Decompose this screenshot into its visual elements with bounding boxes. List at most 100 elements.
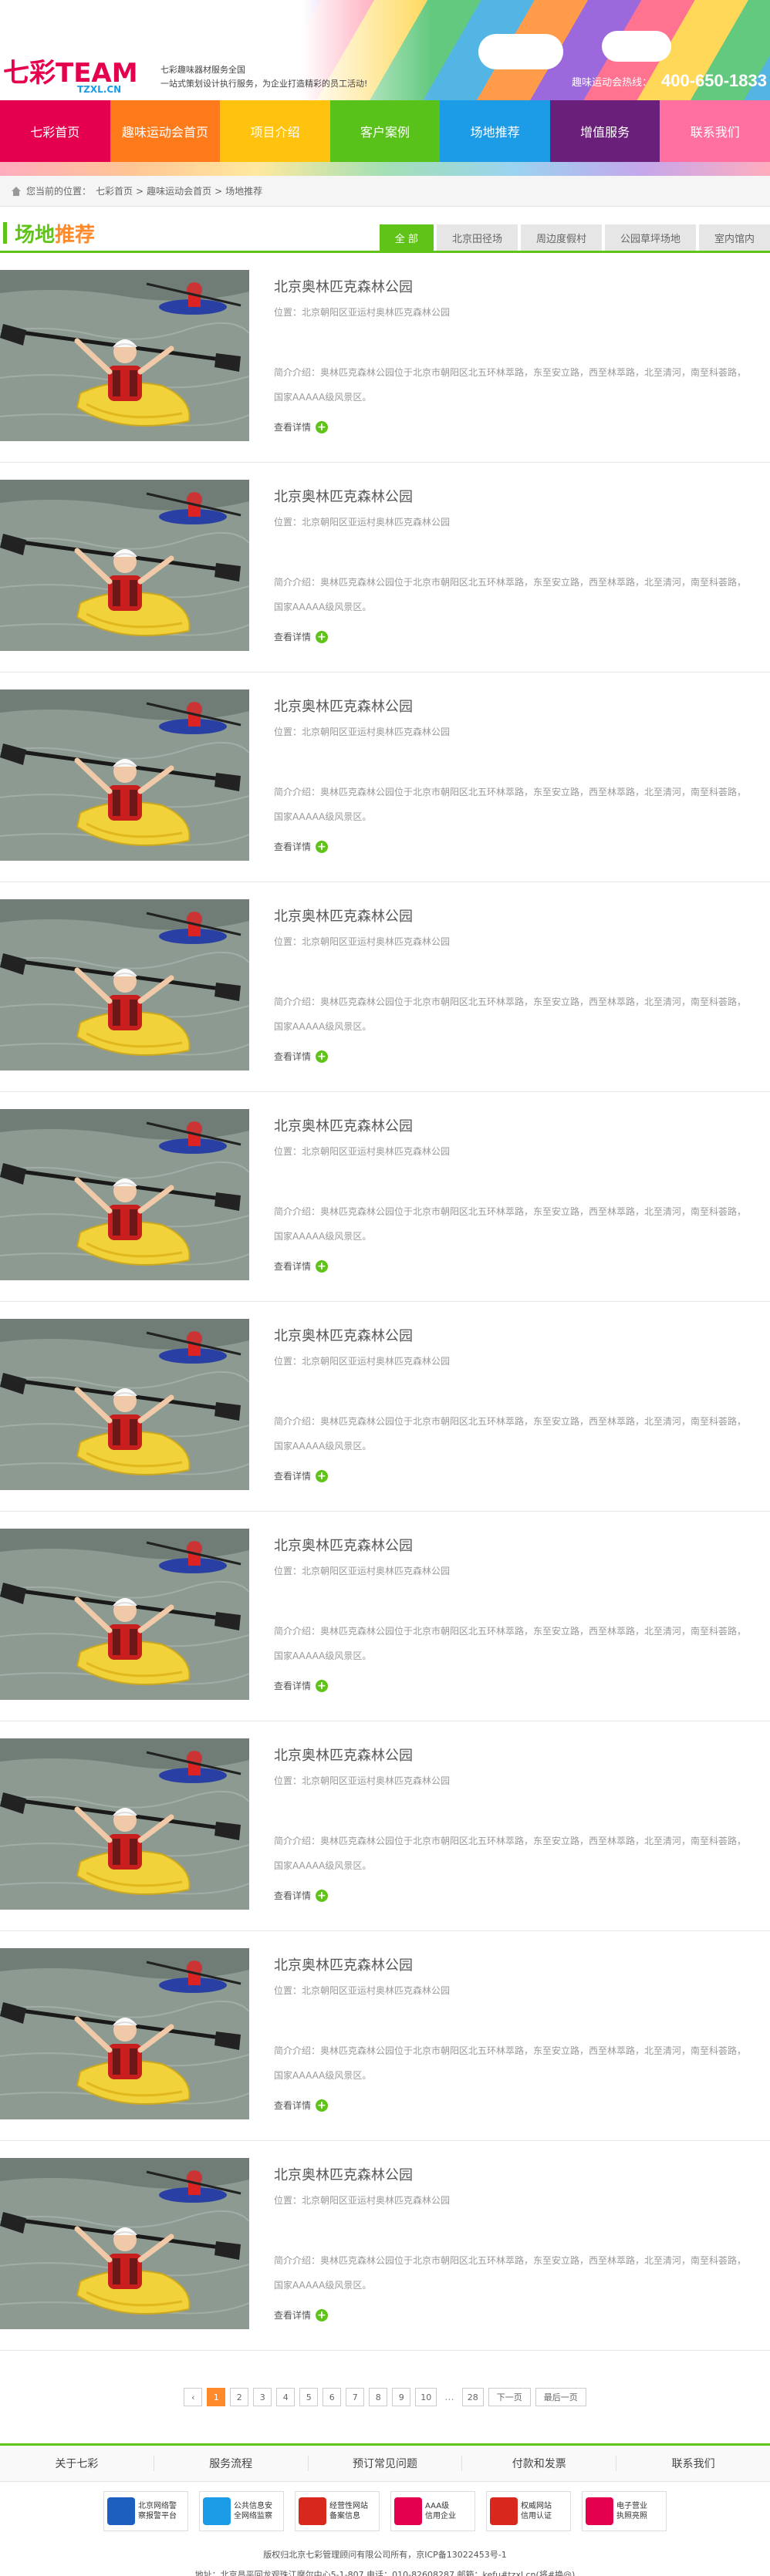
view-details-label: 查看详情 [274, 1681, 312, 1691]
view-details-link[interactable]: 查看详情 + [274, 420, 762, 433]
list-item: 北京奥林匹克森林公园 位置：北京朝阳区亚运村奥林匹克森林公园 简介介绍：奥林匹克森林… [0, 1092, 770, 1302]
venue-photo[interactable] [0, 1948, 249, 2119]
certification-badge[interactable]: 经营性网站 备案信息 [295, 2491, 380, 2531]
page-number[interactable]: 5 [299, 2388, 319, 2406]
page-number[interactable]: 10 [415, 2388, 437, 2406]
certification-badges: 北京网络警 察报警平台 公共信息安 全网络监察 经营性网站 备案信息 AAA级 信用企业 权威网… [0, 2491, 770, 2531]
badge-line: 备案信息 [329, 2512, 360, 2520]
site-header: 七彩TEAM TZXL.CN 七彩趣味器材服务全国 一站式策划设计执行服务，为企… [0, 0, 770, 100]
next-page-button[interactable]: 下一页 [488, 2388, 531, 2406]
home-icon [11, 186, 22, 197]
page-number[interactable]: 6 [323, 2388, 342, 2406]
site-logo[interactable]: 七彩TEAM TZXL.CN [3, 54, 150, 96]
page-title-part1: 场地 [15, 223, 56, 247]
badge-line: 执照亮照 [616, 2512, 647, 2520]
venue-photo[interactable] [0, 1529, 249, 1700]
venue-photo[interactable] [0, 899, 249, 1071]
venue-name[interactable]: 北京奥林匹克森林公园 [274, 1954, 762, 1974]
certification-badge[interactable]: 北京网络警 察报警平台 [103, 2491, 188, 2531]
venue-info: 北京奥林匹克森林公园 位置：北京朝阳区亚运村奥林匹克森林公园 简介介绍：奥林匹克森林… [274, 1954, 762, 2112]
nav-item[interactable]: 项目介绍 [220, 100, 330, 162]
nav-item[interactable]: 场地推荐 [440, 100, 550, 162]
view-details-link[interactable]: 查看详情 + [274, 2308, 762, 2321]
last-page-button[interactable]: 最后一页 [535, 2388, 586, 2406]
certification-badge[interactable]: 权威网站 信用认证 [486, 2491, 571, 2531]
venue-photo[interactable] [0, 270, 249, 441]
list-item: 北京奥林匹克森林公园 位置：北京朝阳区亚运村奥林匹克森林公园 简介介绍：奥林匹克森林… [0, 673, 770, 882]
page-number[interactable]: 4 [276, 2388, 296, 2406]
filter-tab[interactable]: 公园草坪场地 [604, 224, 696, 251]
header-slogan: 七彩趣味器材服务全国 一站式策划设计执行服务，为企业打造精彩的员工活动! [160, 63, 367, 91]
breadcrumb-links: 七彩首页 > 趣味运动会首页 > 场地推荐 [96, 184, 262, 197]
venue-name[interactable]: 北京奥林匹克森林公园 [274, 276, 762, 295]
certification-badge[interactable]: 电子营业 执照亮照 [582, 2491, 667, 2531]
page-number[interactable]: 7 [346, 2388, 365, 2406]
footer-nav-link[interactable]: 付款和发票 [462, 2456, 617, 2471]
page-number[interactable]: 2 [230, 2388, 249, 2406]
cloud-decoration [602, 31, 671, 62]
venue-list: 北京奥林匹克森林公园 位置：北京朝阳区亚运村奥林匹克森林公园 简介介绍：奥林匹克森林… [0, 253, 770, 2351]
view-details-link[interactable]: 查看详情 + [274, 1889, 762, 1902]
venue-location: 位置：北京朝阳区亚运村奥林匹克森林公园 [274, 727, 451, 737]
page-number[interactable]: 8 [369, 2388, 388, 2406]
prev-page-button[interactable]: ‹ [184, 2388, 203, 2406]
logo-subtext: TZXL.CN [77, 84, 121, 95]
venue-info: 北京奥林匹克森林公园 位置：北京朝阳区亚运村奥林匹克森林公园 简介介绍：奥林匹克森林… [274, 1745, 762, 1902]
plus-icon: + [316, 2308, 329, 2321]
filter-tab[interactable]: 周边度假村 [520, 224, 602, 251]
view-details-link[interactable]: 查看详情 + [274, 1259, 762, 1273]
venue-name[interactable]: 北京奥林匹克森林公园 [274, 1115, 762, 1135]
nav-item[interactable]: 联系我们 [660, 100, 770, 162]
venue-description: 简介介绍：奥林匹克森林公园位于北京市朝阳区北五环林萃路，东至安立路，西至林萃路，… [274, 1836, 747, 1871]
nav-item[interactable]: 趣味运动会首页 [110, 100, 221, 162]
venue-photo[interactable] [0, 1738, 249, 1910]
venue-name[interactable]: 北京奥林匹克森林公园 [274, 1745, 762, 1764]
page-number[interactable]: 3 [253, 2388, 272, 2406]
view-details-link[interactable]: 查看详情 + [274, 1679, 762, 1692]
nav-item[interactable]: 增值服务 [549, 100, 660, 162]
list-item: 北京奥林匹克森林公园 位置：北京朝阳区亚运村奥林匹克森林公园 简介介绍：奥林匹克森林… [0, 463, 770, 673]
nav-item[interactable]: 客户案例 [329, 100, 441, 162]
breadcrumb-link[interactable]: 场地推荐 [225, 186, 262, 197]
venue-photo[interactable] [0, 690, 249, 861]
nav-item[interactable]: 七彩首页 [0, 100, 110, 162]
page-number[interactable]: 9 [392, 2388, 411, 2406]
plus-icon: + [316, 1469, 329, 1482]
badge-line: 信用企业 [425, 2512, 456, 2520]
list-item: 北京奥林匹克森林公园 位置：北京朝阳区亚运村奥林匹克森林公园 简介介绍：奥林匹克森林… [0, 1721, 770, 1931]
list-item: 北京奥林匹克森林公园 位置：北京朝阳区亚运村奥林匹克森林公园 简介介绍：奥林匹克森林… [0, 1931, 770, 2141]
venue-photo[interactable] [0, 1319, 249, 1490]
filter-tab[interactable]: 北京田径场 [436, 224, 518, 251]
breadcrumb-link[interactable]: 七彩首页 [96, 186, 133, 197]
venue-photo[interactable] [0, 2158, 249, 2329]
certification-badge[interactable]: AAA级 信用企业 [390, 2491, 475, 2531]
filter-tab[interactable]: 全 部 [379, 224, 434, 251]
section-header: 场地 推荐 全 部北京田径场 周边度假村 公园草坪场地 室内馆内 [0, 213, 770, 253]
view-details-link[interactable]: 查看详情 + [274, 1469, 762, 1482]
venue-name[interactable]: 北京奥林匹克森林公园 [274, 905, 762, 925]
venue-photo[interactable] [0, 480, 249, 651]
page-number[interactable]: 28 [461, 2388, 484, 2406]
breadcrumb-prefix: 您当前的位置： [26, 186, 92, 197]
view-details-link[interactable]: 查看详情 + [274, 1050, 762, 1063]
venue-name[interactable]: 北京奥林匹克森林公园 [274, 486, 762, 505]
footer-nav-link[interactable]: 关于七彩 [0, 2456, 154, 2471]
badge-icon [203, 2497, 231, 2525]
venue-name[interactable]: 北京奥林匹克森林公园 [274, 1325, 762, 1344]
venue-photo[interactable] [0, 1109, 249, 1280]
breadcrumb-link[interactable]: 趣味运动会首页 [147, 186, 211, 197]
venue-name[interactable]: 北京奥林匹克森林公园 [274, 1535, 762, 1554]
view-details-link[interactable]: 查看详情 + [274, 630, 762, 643]
venue-description: 简介介绍：奥林匹克森林公园位于北京市朝阳区北五环林萃路，东至安立路，西至林萃路，… [274, 577, 747, 612]
venue-name[interactable]: 北京奥林匹克森林公园 [274, 2164, 762, 2183]
view-details-link[interactable]: 查看详情 + [274, 840, 762, 853]
filter-tab[interactable]: 室内馆内 [698, 224, 770, 251]
footer-nav-link[interactable]: 预订常见问题 [309, 2456, 463, 2471]
view-details-link[interactable]: 查看详情 + [274, 2099, 762, 2112]
certification-badge[interactable]: 公共信息安 全网络监察 [199, 2491, 284, 2531]
page-number[interactable]: 1 [207, 2388, 226, 2406]
footer-nav-link[interactable]: 服务流程 [154, 2456, 309, 2471]
footer-nav-link[interactable]: 联系我们 [616, 2456, 770, 2471]
slogan-line: 一站式策划设计执行服务，为企业打造精彩的员工活动! [160, 79, 368, 89]
venue-name[interactable]: 北京奥林匹克森林公园 [274, 696, 762, 715]
